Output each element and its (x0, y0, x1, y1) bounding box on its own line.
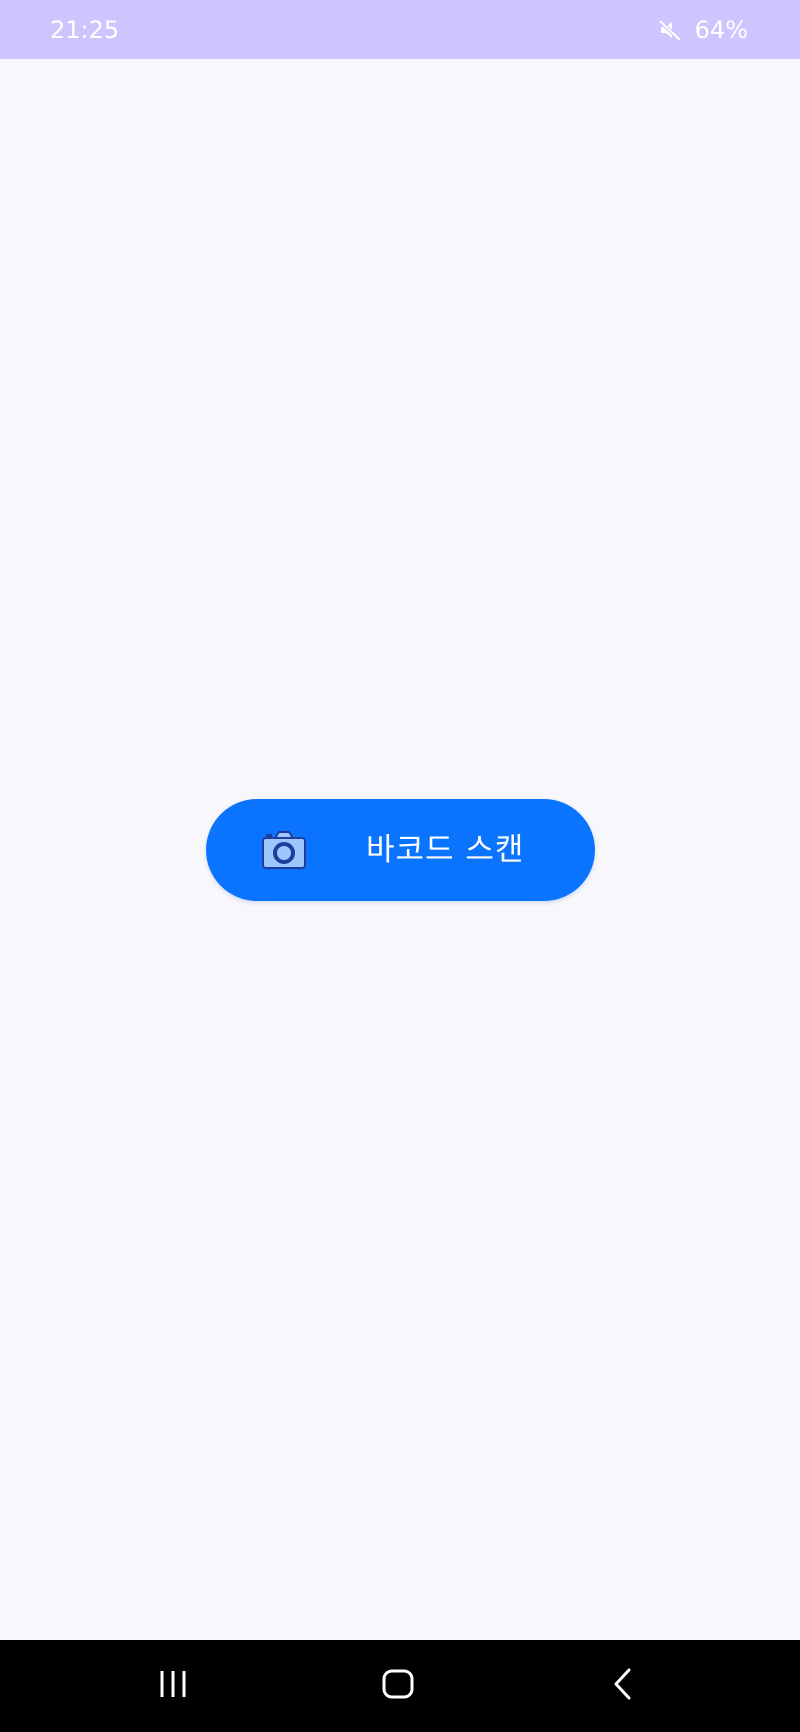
barcode-scan-label: 바코드 스캔 (366, 832, 525, 868)
status-indicators: 64% (657, 16, 748, 44)
recents-button[interactable] (143, 1662, 203, 1710)
status-time: 21:25 (50, 15, 120, 44)
app-screen: 21:25 64% 바코드 스캔 (0, 0, 800, 1732)
battery-percentage: 64% (694, 15, 748, 44)
navigation-bar (0, 1640, 800, 1732)
back-icon (611, 1667, 635, 1705)
camera-icon (261, 830, 307, 870)
home-button[interactable] (368, 1662, 428, 1710)
status-bar: 21:25 64% (0, 0, 800, 59)
recents-icon (156, 1669, 190, 1703)
barcode-scan-button[interactable]: 바코드 스캔 (206, 799, 595, 901)
mute-icon (657, 17, 683, 43)
back-button[interactable] (593, 1662, 653, 1710)
home-icon (381, 1668, 415, 1704)
